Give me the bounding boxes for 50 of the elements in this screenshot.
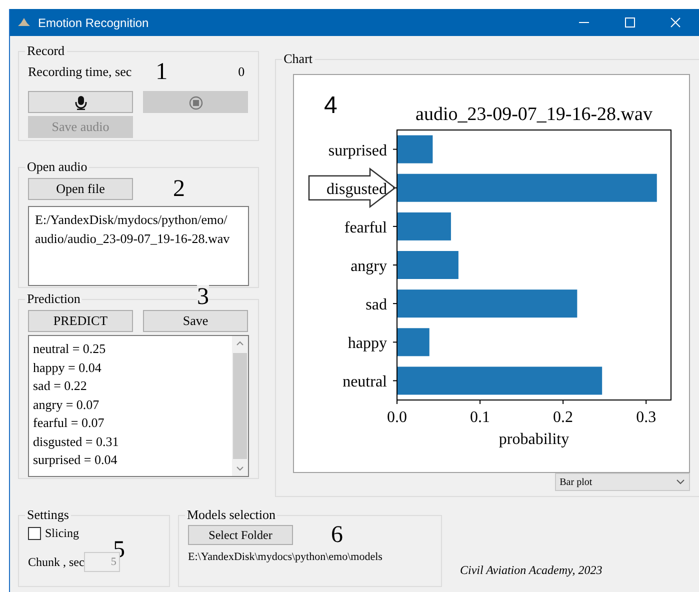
category-label: disgusted — [326, 180, 387, 198]
axis-label: probability — [498, 431, 569, 448]
prediction-line: disgusted = 0.31 — [33, 432, 120, 451]
prediction-line: happy = 0.04 — [33, 358, 102, 377]
prediction-line: sad = 0.22 — [33, 377, 88, 395]
callout-number: 2 — [173, 177, 185, 201]
models-path: E:\YandexDisk\mydocs\python\emo\models — [188, 550, 384, 565]
tick-label: 0.2 — [552, 409, 573, 426]
window-title: Emotion Recognition — [38, 14, 149, 32]
bar — [396, 135, 432, 164]
bar — [396, 328, 429, 356]
prediction-line: neutral = 0.25 — [33, 340, 107, 358]
scrollbar[interactable] — [232, 336, 248, 476]
prediction-line: angry = 0.07 — [33, 396, 100, 414]
slicing-label: Slicing — [45, 525, 80, 542]
chevron-down-icon — [676, 479, 685, 485]
chunk-label: Chunk , sec — [28, 554, 84, 571]
slicing-checkbox[interactable] — [28, 526, 41, 540]
category-label: neutral — [342, 374, 387, 391]
recording-time-value: 0 — [238, 63, 245, 82]
microphone-icon — [74, 96, 88, 110]
callout-number: 4 — [324, 92, 337, 119]
category-label: sad — [365, 296, 387, 314]
file-path-field[interactable]: E:/YandexDisk/mydocs/python/emo/audio/audio_23-09-07_19-16-28.wav — [28, 206, 249, 286]
bar — [396, 251, 458, 279]
footer-credit: Civil Aviation Academy, 2023 — [460, 562, 602, 579]
callout-number: 1 — [156, 60, 168, 84]
open-file-button[interactable]: Open file — [28, 178, 133, 200]
chart-title: audio_23-09-07_19-16-28.wav — [415, 104, 652, 125]
prediction-line: surprised = 0.04 — [33, 451, 118, 469]
group-title: Open audio — [25, 159, 90, 175]
recording-time-label: Recording time, sec — [28, 63, 132, 82]
stop-icon — [188, 96, 202, 110]
prediction-line: fearful = 0.07 — [33, 414, 106, 432]
category-label: happy — [348, 335, 387, 352]
category-label: fearful — [344, 219, 387, 236]
callout-number: 6 — [331, 523, 343, 547]
plot-type-dropdown[interactable]: Bar plot — [554, 473, 690, 491]
tick-label: 0.0 — [386, 409, 407, 426]
tick-label: 0.3 — [636, 409, 656, 426]
app-icon — [18, 18, 30, 28]
microphone-button[interactable] — [28, 91, 133, 113]
save-button[interactable]: Save — [143, 310, 248, 332]
select-folder-button[interactable]: Select Folder — [188, 525, 293, 545]
group-title: Settings — [25, 507, 71, 523]
predict-button[interactable]: PREDICT — [28, 310, 133, 332]
bar — [396, 212, 451, 240]
tick-label: 0.1 — [470, 409, 490, 426]
category-label: angry — [350, 258, 387, 275]
category-label: surprised — [328, 142, 387, 160]
